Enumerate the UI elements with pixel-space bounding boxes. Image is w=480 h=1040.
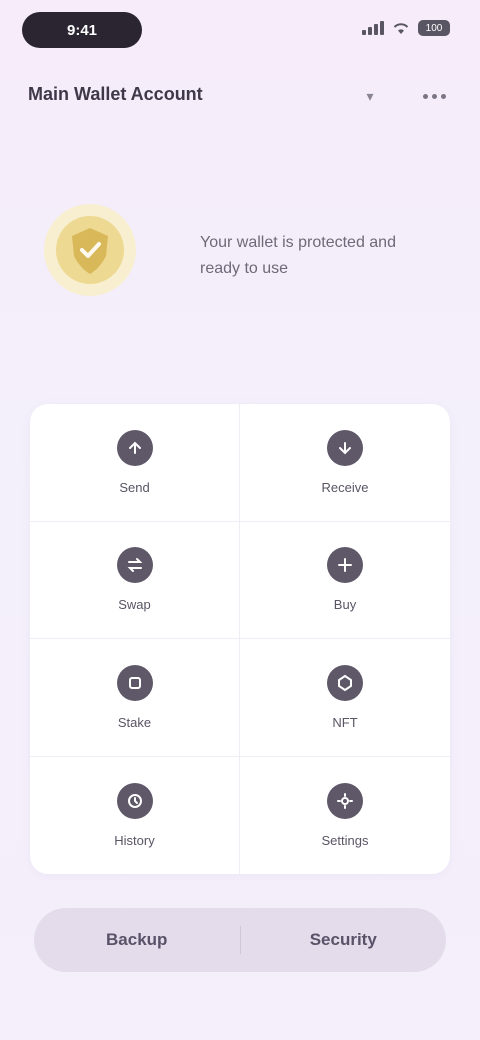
grid-item-settings[interactable]: Settings <box>240 757 450 875</box>
protection-message: Your wallet is protected and ready to us… <box>200 234 396 277</box>
grid-item-label: Settings <box>321 832 369 848</box>
swap-icon <box>116 547 153 584</box>
status-icons: 100 <box>362 20 450 36</box>
signal-icon <box>362 21 384 35</box>
grid-item-swap[interactable]: Swap <box>30 521 240 639</box>
grid-item-stake[interactable]: Stake <box>30 639 240 757</box>
grid-item-label: Swap <box>118 597 151 613</box>
receive-icon <box>327 429 363 466</box>
shield-badge-icon <box>44 204 136 296</box>
battery-icon: 100 <box>418 20 450 36</box>
account-header: Main Wallet Account ▾ <box>0 76 480 116</box>
grid-item-label: NFT <box>332 714 358 730</box>
grid-item-buy[interactable]: Buy <box>240 522 450 639</box>
grid-item-label: History <box>114 832 155 848</box>
grid-item-receive[interactable]: Receive <box>240 404 450 522</box>
grid-item-label: Stake <box>117 714 152 730</box>
backup-button[interactable]: Backup <box>34 908 240 972</box>
grid-item-label: Buy <box>333 597 357 613</box>
more-options-icon[interactable] <box>414 82 454 110</box>
protection-banner: Your wallet is protected and ready to us… <box>0 190 480 320</box>
wifi-icon <box>393 23 409 34</box>
history-icon <box>116 782 153 819</box>
wallet-home-screen: 9:41 100 Main Wallet Account ▾ Your wall… <box>0 0 480 1040</box>
send-icon <box>116 429 153 466</box>
grid-item-history[interactable]: History <box>30 756 240 874</box>
security-button[interactable]: Security <box>241 908 447 972</box>
status-bar: 9:41 100 <box>0 0 480 62</box>
stake-icon <box>116 664 153 701</box>
status-time: 9:41 <box>22 12 142 48</box>
settings-icon <box>327 782 363 819</box>
grid-item-label: Receive <box>321 479 369 495</box>
grid-item-nft[interactable]: NFT <box>240 639 450 757</box>
buy-icon <box>327 547 363 584</box>
actions-grid: Send Receive Swap Buy Stake NFT History … <box>30 404 450 874</box>
grid-item-send[interactable]: Send <box>30 404 240 522</box>
chevron-down-icon[interactable]: ▾ <box>360 86 380 106</box>
grid-item-label: Send <box>119 479 150 495</box>
bottom-action-bar: Backup Security <box>34 908 446 972</box>
account-title[interactable]: Main Wallet Account <box>28 84 328 108</box>
nft-icon <box>327 664 363 701</box>
